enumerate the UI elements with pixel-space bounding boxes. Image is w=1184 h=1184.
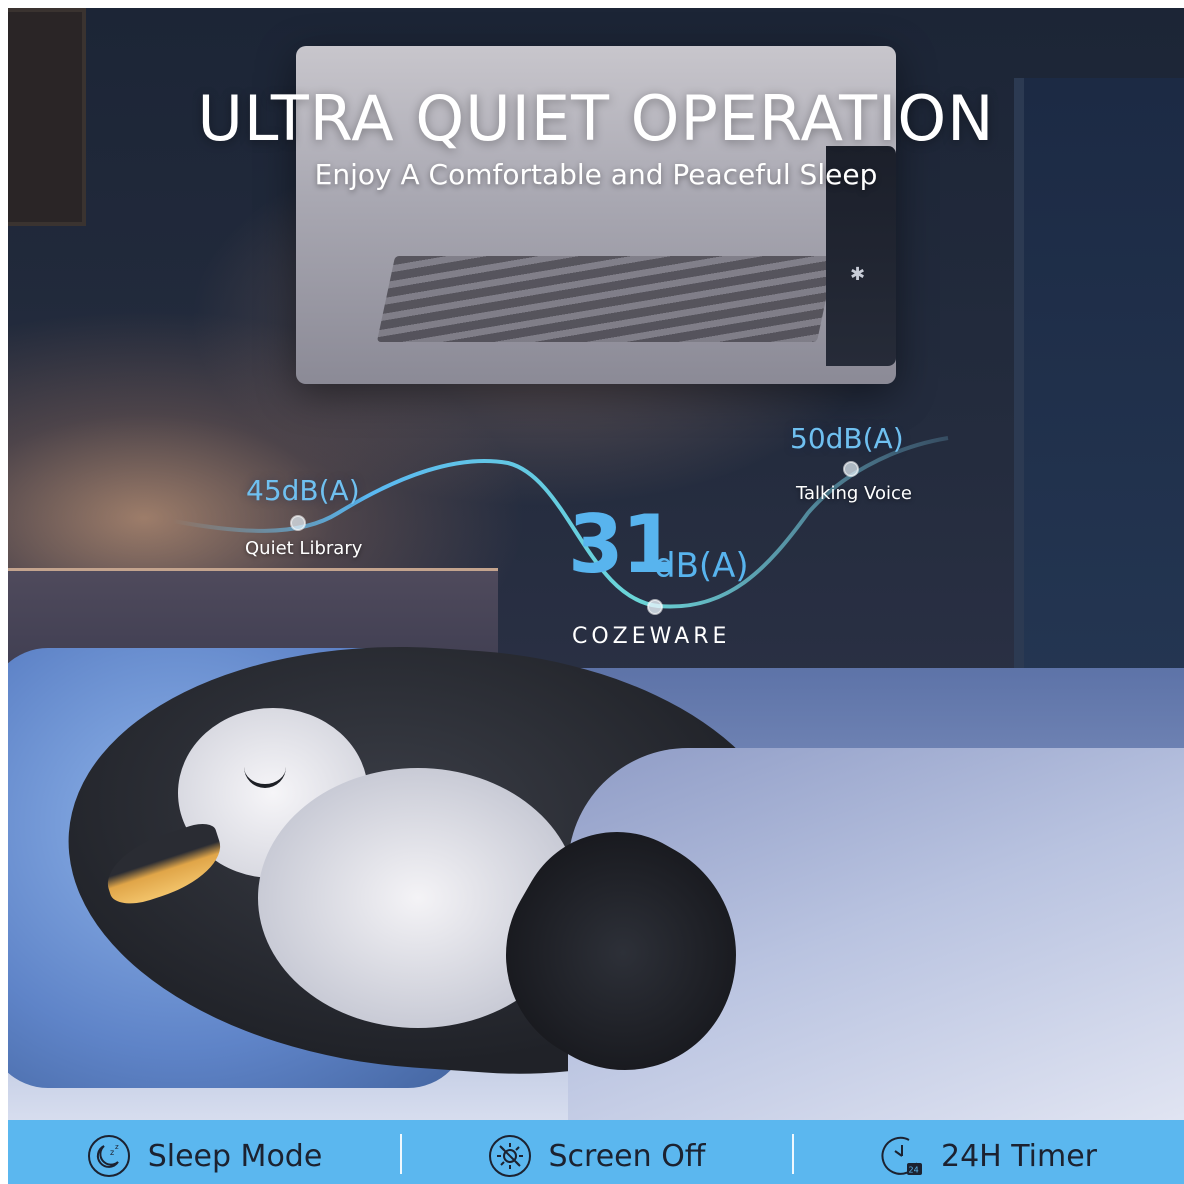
marker-dot-quiet-library bbox=[290, 515, 306, 531]
brand-name: COZEWARE bbox=[572, 624, 731, 649]
noise-caption-talking-voice: Talking Voice bbox=[796, 483, 912, 504]
feature-sleep-mode: z z Sleep Mode bbox=[8, 1120, 400, 1184]
feature-screen-off: Screen Off bbox=[400, 1120, 792, 1184]
feature-24h-timer: 24 24H Timer bbox=[792, 1120, 1184, 1184]
timer-24h-icon: 24 bbox=[881, 1136, 922, 1175]
noise-value-quiet-library: 45dB(A) bbox=[246, 474, 360, 507]
marker-dot-cozeware bbox=[647, 599, 663, 615]
bedroom-scene: ✱ ULTRA QUIET OPERATION Enjoy A Comforta… bbox=[8, 8, 1184, 1120]
svg-text:24: 24 bbox=[908, 1166, 918, 1175]
product-image: ✱ ULTRA QUIET OPERATION Enjoy A Comforta… bbox=[8, 8, 1184, 1184]
noise-value-cozeware-unit: dB(A) bbox=[654, 546, 749, 586]
noise-value-talking-voice: 50dB(A) bbox=[790, 422, 904, 455]
svg-text:z: z bbox=[110, 1148, 114, 1157]
svg-text:z: z bbox=[115, 1143, 119, 1151]
screen-off-icon bbox=[488, 1135, 531, 1177]
feature-label-sleep-mode: Sleep Mode bbox=[147, 1138, 323, 1174]
sleep-mode-icon: z z bbox=[87, 1135, 130, 1177]
feature-label-screen-off: Screen Off bbox=[548, 1138, 706, 1174]
noise-wave-line bbox=[172, 436, 949, 609]
noise-caption-quiet-library: Quiet Library bbox=[245, 538, 363, 559]
feature-label-24h-timer: 24H Timer bbox=[940, 1138, 1098, 1174]
feature-bar: z z Sleep Mode Screen Off 24 24H Timer bbox=[8, 1120, 1184, 1184]
marker-dot-talking-voice bbox=[843, 461, 859, 477]
